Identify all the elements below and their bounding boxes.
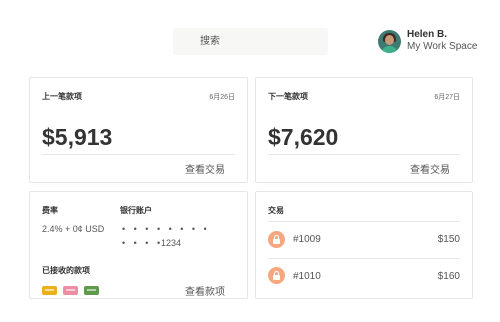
next-payout-amount: $7,620: [268, 124, 339, 150]
prev-payout-date: 6月26日: [209, 94, 235, 101]
next-payout-card: 下一笔款项 6月27日 $7,620 查看交易: [255, 77, 473, 183]
card-brand-icon-pink: [63, 286, 78, 295]
transactions-card: 交易 #1009 $150 #1010 $160: [255, 191, 473, 299]
user-menu[interactable]: Helen B. My Work Space: [378, 29, 477, 53]
bank-account-mask: • • • • • • • •: [122, 224, 210, 234]
prev-payout-amount: $5,913: [42, 124, 113, 150]
bank-account-last4: 1234: [161, 238, 182, 248]
divider: [268, 221, 460, 222]
view-transactions-link[interactable]: 查看交易: [410, 161, 450, 176]
user-name: Helen B.: [407, 29, 448, 40]
transaction-amount: $150: [437, 234, 460, 245]
next-payout-date: 6月27日: [434, 94, 460, 101]
card-brand-icon-green: [84, 286, 99, 295]
transactions-title: 交易: [268, 206, 284, 215]
card-brand-icon-yellow: [42, 286, 57, 295]
fees-card: 费率 2.4% + 0¢ USD 银行账户 • • • • • • • • • …: [29, 191, 248, 299]
rate-label: 费率: [42, 206, 58, 215]
transaction-id: #1010: [293, 271, 321, 282]
lock-icon: [268, 231, 285, 248]
avatar: [378, 29, 401, 53]
view-payments-link[interactable]: 查看款项: [185, 283, 225, 298]
received-payments-label: 已接收的款项: [42, 266, 90, 275]
workspace-name: My Work Space: [407, 41, 478, 52]
rate-value: 2.4% + 0¢ USD: [42, 224, 105, 234]
lock-icon: [268, 267, 285, 284]
prev-payout-card: 上一笔款项 6月26日 $5,913 查看交易: [29, 77, 248, 183]
bank-account-mask-short: • • • •: [122, 238, 164, 248]
transaction-amount: $160: [437, 271, 460, 282]
search-placeholder: 搜索: [200, 36, 220, 47]
search-input[interactable]: 搜索: [173, 28, 328, 55]
view-transactions-link[interactable]: 查看交易: [185, 161, 225, 176]
transaction-id: #1009: [293, 234, 321, 245]
prev-payout-title: 上一笔款项: [42, 92, 82, 101]
divider: [268, 258, 460, 259]
divider: [268, 154, 460, 155]
next-payout-title: 下一笔款项: [268, 92, 308, 101]
divider: [42, 154, 235, 155]
bank-account-label: 银行账户: [120, 206, 152, 215]
